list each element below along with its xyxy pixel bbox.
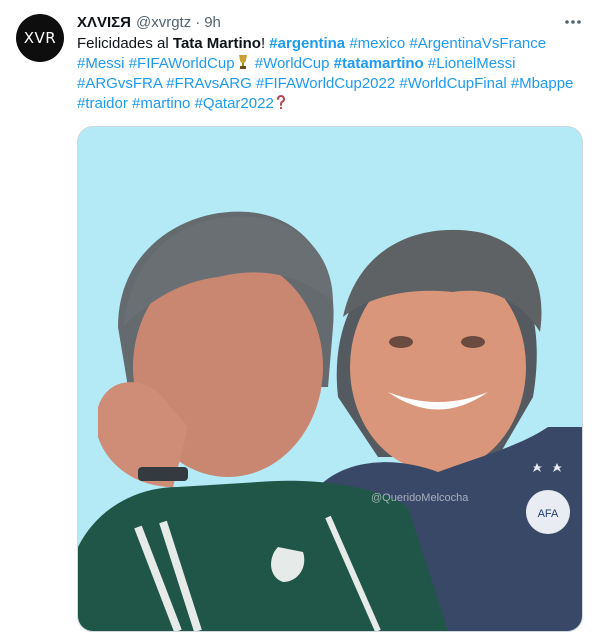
hashtag-tatamartino[interactable]: #tatamartino (334, 55, 424, 72)
tweet[interactable]: XVR ΧΛVIΣЯ @xvrgtz · 9h Felicidades al T… (0, 0, 598, 637)
tweet-text: Felicidades al Tata Martino! #argentina … (77, 34, 589, 114)
hashtag-fifaworldcup2022[interactable]: #FIFAWorldCup2022 (256, 75, 395, 92)
trophy-icon (238, 55, 247, 69)
author-handle[interactable]: @xvrgtz (136, 14, 191, 31)
timestamp[interactable]: 9h (204, 14, 221, 31)
hashtag-worldcupfinal[interactable]: #WorldCupFinal (399, 75, 506, 92)
hashtag-fravsarg[interactable]: #FRAvsARG (166, 75, 252, 92)
hashtag-messi[interactable]: #Messi (77, 55, 125, 72)
hashtag-qatar2022[interactable]: #Qatar2022 (195, 95, 274, 112)
tweet-greeting: Felicidades al (77, 35, 173, 52)
more-options-button[interactable] (560, 11, 586, 33)
tweet-mention: Tata Martino (172, 35, 261, 52)
hashtag-lionelmessi[interactable]: #LionelMessi (428, 55, 516, 72)
avatar[interactable]: XVR (16, 14, 64, 62)
separator-dot: · (195, 13, 201, 31)
hashtag-mbappe[interactable]: #Mbappe (511, 75, 574, 92)
author-name[interactable]: ΧΛVIΣЯ (77, 14, 131, 31)
question-mark-icon (276, 95, 285, 110)
tweet-header: ΧΛVIΣЯ @xvrgtz · 9h (77, 12, 221, 32)
hashtag-martino[interactable]: #martino (132, 95, 190, 112)
hashtag-fifaworldcup[interactable]: #FIFAWorldCup (129, 55, 235, 72)
hashtag-mexico[interactable]: #mexico (349, 35, 405, 52)
hashtag-traidor[interactable]: #traidor (77, 95, 128, 112)
svg-text:AFA: AFA (538, 508, 559, 520)
photo-icon: AFA (78, 127, 582, 631)
avatar-logo-text: XVR (23, 29, 57, 47)
hashtag-argentina[interactable]: #argentina (269, 35, 345, 52)
more-options-icon (565, 20, 581, 24)
hashtag-worldcup[interactable]: #WorldCup (255, 55, 330, 72)
hashtag-argentinavsfrance[interactable]: #ArgentinaVsFrance (409, 35, 546, 52)
hashtag-argvsfra[interactable]: #ARGvsFRA (77, 75, 162, 92)
media-watermark: @QueridoMelcocha (371, 492, 469, 504)
tweet-media[interactable]: AFA @QueridoMelcocha (77, 126, 583, 632)
